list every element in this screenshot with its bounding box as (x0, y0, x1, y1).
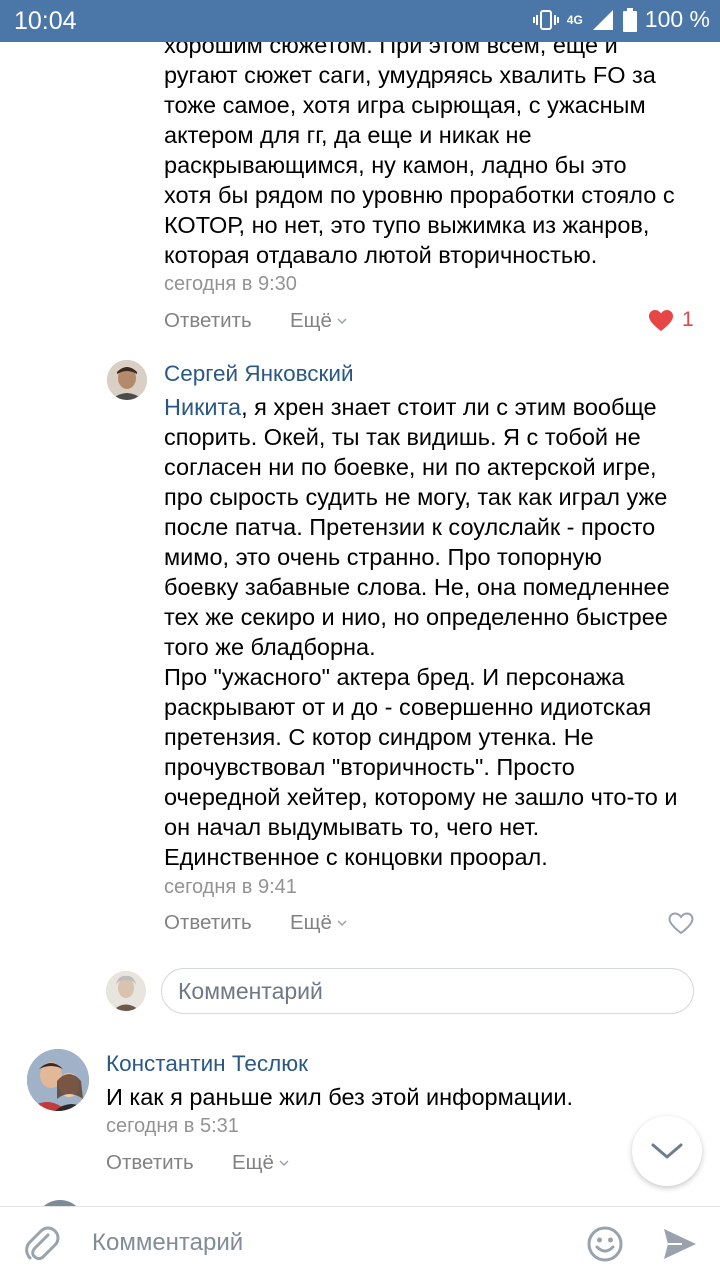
paperclip-icon[interactable] (24, 1225, 60, 1263)
comment-time: сегодня в 5:31 (106, 1115, 239, 1137)
avatar[interactable] (107, 360, 147, 400)
battery-icon (622, 7, 637, 32)
more-button[interactable]: Ещё (232, 1151, 290, 1175)
chevron-down-icon (279, 1160, 289, 1167)
avatar-photo (27, 1049, 89, 1111)
reply-button[interactable]: Ответить (106, 1151, 194, 1175)
signal-icon (592, 9, 613, 30)
comments-feed[interactable]: хорошим сюжетом. При этом всем, еще и ру… (0, 42, 720, 1206)
comment-input[interactable]: Комментарий (92, 1229, 243, 1257)
comment-time: сегодня в 9:30 (164, 273, 297, 295)
comment-text: хорошим сюжетом. При этом всем, еще и ру… (164, 42, 675, 268)
mention-link[interactable]: Никита (164, 394, 241, 420)
comment-time: сегодня в 9:41 (164, 876, 297, 898)
battery-level: 100 % (644, 6, 710, 32)
my-avatar (106, 971, 146, 1011)
like-count: 1 (682, 308, 694, 331)
scroll-down-button[interactable] (632, 1116, 702, 1186)
more-button[interactable]: Ещё (290, 309, 348, 333)
avatar-photo (106, 971, 146, 1011)
avatar-photo (107, 360, 147, 400)
status-time: 10:04 (14, 7, 77, 35)
like-button[interactable]: 1 (648, 308, 694, 332)
status-bar: 10:04 4G 100 % (0, 0, 720, 42)
reply-button[interactable]: Ответить (164, 911, 252, 935)
reply-input[interactable]: Комментарий (161, 968, 694, 1014)
comment-author[interactable]: Константин Теслюк (106, 1051, 308, 1077)
reply-button[interactable]: Ответить (164, 309, 252, 333)
smile-icon[interactable] (586, 1225, 624, 1263)
comment-text: Никита, я хрен знает стоит ли с этим воо… (164, 394, 678, 870)
heart-filled-icon (649, 309, 673, 331)
comment-text: И как я раньше жил без этой информации. (106, 1084, 574, 1110)
chevron-down-icon (337, 920, 347, 927)
status-icons: 4G 100 % (532, 6, 710, 33)
heart-outline-icon[interactable] (668, 912, 694, 935)
send-icon[interactable] (662, 1227, 698, 1261)
comment-author[interactable]: Сергей Янковский (164, 361, 354, 387)
network-type: 4G (566, 12, 583, 27)
comment-composer: Комментарий (0, 1206, 720, 1280)
chevron-down-icon (651, 1143, 683, 1159)
more-button[interactable]: Ещё (290, 911, 348, 935)
vibrate-icon (532, 9, 559, 30)
avatar[interactable] (27, 1049, 89, 1111)
chevron-down-icon (337, 318, 347, 325)
